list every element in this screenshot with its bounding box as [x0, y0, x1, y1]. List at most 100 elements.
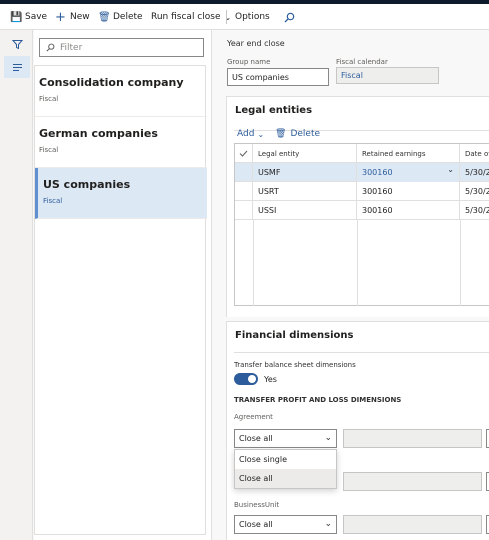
delete-label: Delete — [113, 12, 143, 22]
section-divider — [234, 352, 489, 353]
select-all-checkbox[interactable] — [235, 144, 253, 163]
add-button[interactable]: Add ⌄ — [237, 129, 264, 139]
options-label: Options — [235, 12, 270, 22]
new-button[interactable]: + New — [55, 9, 90, 25]
group-name-label: Group name — [227, 58, 271, 66]
financial-dimensions-section: Financial dimensions Transfer balance sh… — [226, 321, 489, 540]
table-row[interactable]: USSI 300160 5/30/2 — [235, 201, 489, 220]
grid-column-line — [253, 220, 254, 306]
row-selector[interactable] — [235, 163, 253, 182]
financial-dimensions-title: Financial dimensions — [235, 330, 354, 341]
save-icon: 💾 — [10, 11, 23, 23]
fiscal-calendar-value: Fiscal — [341, 71, 363, 80]
agreement-select[interactable]: Close all ⌄ — [234, 429, 337, 448]
toolbar-separator — [226, 10, 227, 24]
retained-earnings-cell[interactable]: 300160 — [357, 201, 460, 220]
pl-dimensions-heading: TRANSFER PROFIT AND LOSS DIMENSIONS — [234, 396, 402, 404]
businessunit-select[interactable]: Close all ⌄ — [234, 515, 337, 534]
legal-entity-cell[interactable]: USSI — [253, 201, 357, 220]
dropdown-option-close-all[interactable]: Close all — [235, 469, 336, 488]
table-row[interactable]: USRT 300160 5/30/2 — [235, 182, 489, 201]
list-icon — [12, 63, 22, 71]
plus-icon: + — [55, 9, 66, 25]
dimension-secondary-field[interactable] — [343, 472, 482, 491]
legal-entities-title: Legal entities — [235, 105, 313, 116]
chevron-down-icon: ⌄ — [257, 129, 265, 139]
save-button[interactable]: 💾 Save — [10, 10, 47, 24]
list-item-title: Consolidation company — [39, 76, 184, 89]
retained-earnings-cell[interactable]: 300160 — [357, 182, 460, 201]
transfer-balance-toggle[interactable] — [234, 373, 258, 385]
search-icon — [284, 12, 295, 22]
transfer-balance-value: Yes — [264, 375, 277, 384]
column-header-date[interactable]: Date of — [460, 144, 489, 163]
legal-entities-grid: Legal entity Retained earnings Date of U… — [234, 143, 489, 306]
list-item-title: US companies — [43, 178, 131, 191]
list-item-us-companies[interactable]: US companies Fiscal — [35, 168, 207, 219]
agreement-dropdown-menu: Close single Close all — [234, 449, 337, 489]
delete-button[interactable]: 🗑 Delete — [98, 10, 143, 24]
details-pane: Year end close Group name US companies F… — [213, 30, 489, 540]
list-pane: Filter Consolidation company Fiscal Germ… — [34, 30, 212, 540]
group-name-value: US companies — [232, 72, 289, 82]
agreement-secondary-field[interactable] — [343, 429, 482, 448]
save-label: Save — [25, 12, 48, 22]
new-label: New — [70, 12, 90, 22]
chevron-down-icon: ⌄ — [447, 165, 454, 174]
chevron-down-icon: ⌄ — [324, 433, 332, 443]
list-item-subtitle: Fiscal — [39, 95, 59, 103]
list-item-subtitle: Fiscal — [43, 197, 63, 205]
transfer-balance-label: Transfer balance sheet dimensions — [234, 361, 356, 369]
list-item-title: German companies — [39, 127, 158, 140]
legal-entity-cell[interactable]: USMF — [253, 163, 357, 182]
record-list: Consolidation company Fiscal German comp… — [34, 65, 207, 535]
list-view-button[interactable] — [4, 56, 30, 78]
grid-column-line — [357, 220, 358, 306]
add-label: Add — [237, 129, 255, 139]
run-fiscal-close-button[interactable]: Run fiscal close ⌄ — [151, 10, 231, 24]
grid-delete-label: Delete — [290, 129, 321, 139]
funnel-icon — [11, 39, 23, 49]
legal-entity-cell[interactable]: USRT — [253, 182, 357, 201]
filter-input[interactable]: Filter — [39, 38, 204, 57]
search-button[interactable] — [284, 10, 295, 24]
run-fiscal-close-label: Run fiscal close — [151, 12, 221, 22]
column-header-retained-earnings[interactable]: Retained earnings — [357, 144, 460, 163]
navigation-rail — [0, 30, 33, 540]
table-row[interactable]: USMF 300160 ⌄ 5/30/2 — [235, 163, 489, 182]
search-icon — [46, 43, 55, 52]
businessunit-secondary-field[interactable] — [343, 515, 482, 534]
filter-placeholder: Filter — [60, 42, 83, 53]
group-name-field[interactable]: US companies — [227, 68, 329, 86]
grid-column-line — [460, 220, 461, 306]
list-item-consolidation-company[interactable]: Consolidation company Fiscal — [35, 66, 207, 117]
fiscal-calendar-label: Fiscal calendar — [336, 58, 388, 66]
grid-delete-button[interactable]: 🗑 Delete — [275, 129, 320, 139]
businessunit-label: BusinessUnit — [234, 501, 280, 509]
column-header-legal-entity[interactable]: Legal entity — [253, 144, 357, 163]
date-cell[interactable]: 5/30/2 — [460, 163, 489, 182]
fiscal-calendar-field[interactable]: Fiscal — [336, 67, 439, 84]
dropdown-option-close-single[interactable]: Close single — [235, 450, 336, 469]
page-title: Year end close — [227, 39, 285, 48]
section-divider — [234, 130, 489, 131]
chevron-down-icon: ⌄ — [324, 519, 332, 529]
row-selector[interactable] — [235, 182, 253, 201]
row-selector[interactable] — [235, 201, 253, 220]
checkmark-icon — [239, 150, 248, 157]
trash-icon: 🗑 — [275, 129, 287, 139]
date-cell[interactable]: 5/30/2 — [460, 182, 489, 201]
options-button[interactable]: Options — [235, 10, 270, 24]
filter-pane-button[interactable] — [4, 33, 30, 55]
agreement-label: Agreement — [234, 413, 273, 421]
list-item-german-companies[interactable]: German companies Fiscal — [35, 117, 207, 168]
grid-header-row: Legal entity Retained earnings Date of — [235, 144, 489, 163]
retained-earnings-cell[interactable]: 300160 ⌄ — [357, 163, 460, 182]
date-cell[interactable]: 5/30/2 — [460, 201, 489, 220]
legal-entities-section: Legal entities Add ⌄ 🗑 Delete Legal enti… — [226, 96, 489, 317]
agreement-value: Close all — [239, 434, 273, 443]
businessunit-value: Close all — [239, 520, 273, 529]
trash-icon: 🗑 — [98, 11, 111, 23]
retained-earnings-value: 300160 — [362, 168, 393, 177]
action-pane: 💾 Save + New 🗑 Delete Run fiscal close ⌄… — [0, 4, 489, 30]
